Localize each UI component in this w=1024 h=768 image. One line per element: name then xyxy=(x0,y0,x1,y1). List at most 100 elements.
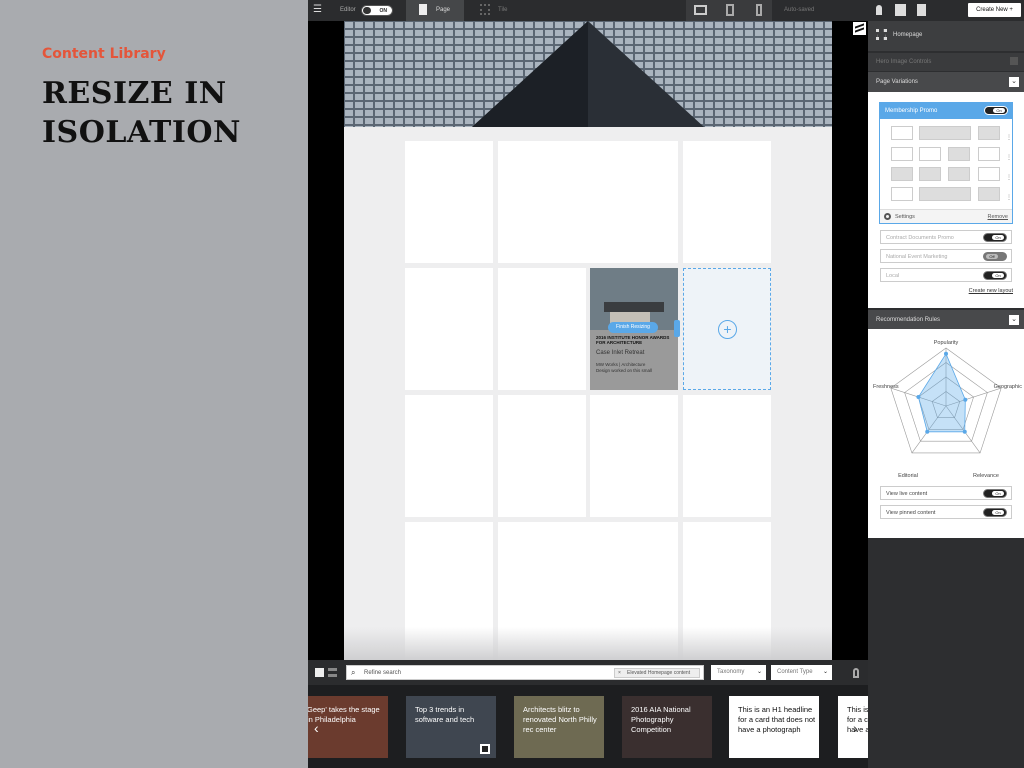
chevron-down-icon[interactable]: ⌄ xyxy=(1009,315,1019,325)
content-card[interactable]: Top 3 trends in software and tech xyxy=(406,696,496,758)
membership-promo-header: Membership Promo On xyxy=(880,103,1012,119)
membership-promo-label: Membership Promo xyxy=(885,108,938,114)
variation-row-contract-documents[interactable]: Contract Documents Promo On xyxy=(880,230,1012,244)
page-variations-header[interactable]: Page Variations ⌄ xyxy=(868,72,1024,92)
layout-cell[interactable] xyxy=(919,147,941,161)
layout-cell[interactable] xyxy=(978,126,1000,140)
content-card[interactable]: Architects blitz to renovated North Phil… xyxy=(514,696,604,758)
layout-cell[interactable] xyxy=(978,147,1000,161)
grid-view-icon[interactable] xyxy=(315,668,324,677)
editor-label: Editor xyxy=(340,7,356,13)
membership-promo-toggle[interactable]: On xyxy=(984,106,1008,115)
search-input[interactable]: ⌕ Refine search × Elevated Homepage cont… xyxy=(346,665,704,680)
add-icon[interactable]: + xyxy=(718,320,737,339)
variation-row-local[interactable]: Local On xyxy=(880,268,1012,282)
layout-cell[interactable] xyxy=(919,126,971,140)
radar-label-popularity: Popularity xyxy=(934,340,959,346)
variation-toggle[interactable]: Off xyxy=(983,252,1007,261)
radar-handle-relevance[interactable] xyxy=(962,429,967,434)
variation-toggle[interactable]: On xyxy=(983,271,1007,280)
view-pinned-row[interactable]: View pinned content On xyxy=(880,505,1012,519)
layout-cell[interactable] xyxy=(948,167,970,181)
resize-drop-target[interactable]: + xyxy=(683,268,771,390)
layout-cell[interactable] xyxy=(891,167,913,181)
tab-tile[interactable]: Tile xyxy=(468,0,524,21)
close-icon[interactable]: × xyxy=(618,669,621,678)
chevron-right-icon[interactable]: › xyxy=(853,720,858,736)
layout-cell[interactable] xyxy=(948,147,970,161)
tile-grid: 2016 INSTITUTE HONOR AWARDS FOR ARCHITEC… xyxy=(344,127,832,660)
hero-image[interactable] xyxy=(344,21,832,127)
content-card[interactable]: This is an H1 headline for a card that d… xyxy=(729,696,819,758)
create-layout-link[interactable]: Create new layout xyxy=(969,288,1013,294)
grid-tile[interactable] xyxy=(683,141,771,263)
taxonomy-select[interactable]: Taxonomy ⌄ xyxy=(711,665,766,680)
recommendation-rules-body: Popularity Geographic Relevance Editorial Fr… xyxy=(868,329,1024,538)
hero-image-controls-row[interactable]: Hero Image Controls xyxy=(868,53,1024,71)
grid-tile[interactable] xyxy=(405,395,493,517)
content-card[interactable]: 2016 AIA National Photography Competitio… xyxy=(622,696,712,758)
recommendation-rules-label: Recommendation Rules xyxy=(876,317,941,323)
layout-cell[interactable] xyxy=(919,167,941,181)
radar-label-geographic: Geographic xyxy=(994,384,1023,390)
grid-tile[interactable] xyxy=(498,141,678,263)
collapse-icon[interactable] xyxy=(1010,57,1018,65)
radar-chart: Popularity Geographic Relevance Editorial Fr… xyxy=(873,340,1023,479)
radar-label-editorial: Editorial xyxy=(898,473,918,479)
gear-icon[interactable] xyxy=(884,213,891,220)
layout-cell[interactable] xyxy=(891,187,913,201)
tab-page[interactable]: Page xyxy=(406,0,464,21)
view-pinned-toggle[interactable]: On xyxy=(983,508,1007,517)
pin-icon[interactable] xyxy=(876,5,882,15)
view-live-row[interactable]: View live content On xyxy=(880,486,1012,500)
resize-handle[interactable] xyxy=(674,320,680,337)
grid-tile[interactable] xyxy=(405,268,493,390)
finish-resizing-button[interactable]: Finish Resizing xyxy=(608,322,658,333)
homepage-row[interactable]: Homepage xyxy=(868,21,1024,51)
document-icon[interactable] xyxy=(917,4,926,16)
mobile-icon[interactable] xyxy=(756,4,762,16)
radar-handle-popularity[interactable] xyxy=(944,351,948,356)
layout-cell[interactable] xyxy=(891,126,913,140)
content-type-select[interactable]: Content Type ⌄ xyxy=(771,665,832,680)
card-desc: Design worked on this small xyxy=(596,368,653,373)
menu-icon[interactable]: ☰ xyxy=(313,4,322,15)
pin-icon[interactable] xyxy=(853,668,859,678)
variation-toggle[interactable]: On xyxy=(983,233,1007,242)
view-live-toggle[interactable]: On xyxy=(983,489,1007,498)
list-view-icon[interactable] xyxy=(328,668,337,677)
content-card[interactable]: Geep' takes the stage in Philadelphia xyxy=(308,696,388,758)
chevron-left-icon[interactable]: ‹ xyxy=(314,720,319,736)
variation-row-national-event[interactable]: National Event Marketing Off xyxy=(880,249,1012,263)
grid-tile[interactable] xyxy=(590,395,678,517)
autosave-status: Auto-saved xyxy=(784,7,815,13)
settings-link[interactable]: Settings xyxy=(895,214,915,220)
print-icon[interactable] xyxy=(895,4,906,16)
homepage-label: Homepage xyxy=(893,32,923,38)
grid-tile[interactable] xyxy=(498,395,586,517)
layout-cell[interactable] xyxy=(978,167,1000,181)
content-filmstrip: Geep' takes the stage in Philadelphia To… xyxy=(308,685,868,768)
recommendation-rules-header[interactable]: Recommendation Rules ⌄ xyxy=(868,310,1024,329)
desktop-icon[interactable] xyxy=(694,5,707,15)
grid-tile[interactable] xyxy=(498,268,586,390)
radar-handle-freshness[interactable] xyxy=(916,395,921,400)
grid-tile[interactable] xyxy=(683,395,771,517)
remove-link[interactable]: Remove xyxy=(988,214,1008,220)
grid-tile[interactable] xyxy=(405,141,493,263)
filter-tag[interactable]: × Elevated Homepage content xyxy=(614,668,700,678)
layers-icon[interactable] xyxy=(853,22,866,35)
radar-handle-editorial[interactable] xyxy=(925,429,930,434)
layout-cell[interactable] xyxy=(919,187,971,201)
membership-promo-card[interactable]: Membership Promo On ⋮ ⋮ ⋮ ⋮ Settings Remove xyxy=(879,102,1013,224)
page-icon xyxy=(419,4,427,15)
editor-toggle[interactable]: ON xyxy=(361,5,393,16)
tablet-icon[interactable] xyxy=(726,4,734,16)
create-new-button[interactable]: Create New + xyxy=(968,3,1021,17)
row-more-icons[interactable]: ⋮ ⋮ ⋮ ⋮ xyxy=(1006,128,1012,208)
layout-cell[interactable] xyxy=(978,187,1000,201)
radar-handle-geographic[interactable] xyxy=(963,397,968,402)
layout-cell[interactable] xyxy=(891,147,913,161)
card-meta: MW Works | Architecture xyxy=(596,362,646,367)
chevron-down-icon[interactable]: ⌄ xyxy=(1009,77,1019,87)
